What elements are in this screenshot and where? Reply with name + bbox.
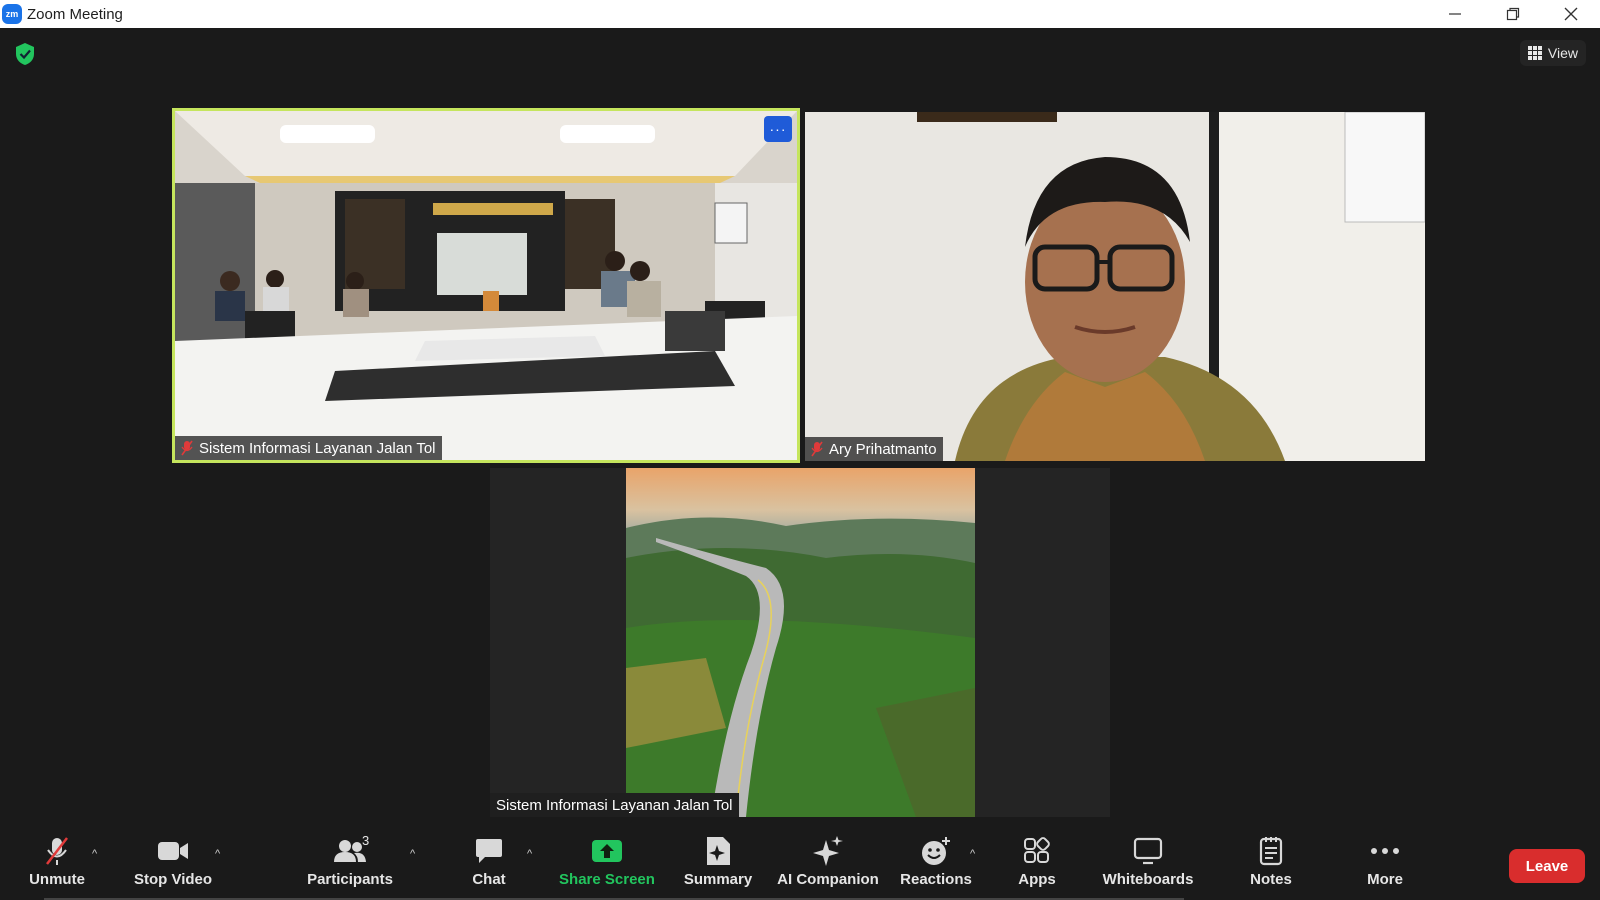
video-tile-profile-picture[interactable]: Sistem Informasi Layanan Jalan Tol [490,468,1110,817]
tile-more-options-button[interactable]: ··· [764,116,792,142]
security-shield-button[interactable] [14,42,36,71]
chat-bubble-icon [476,838,502,863]
mic-muted-icon [811,441,823,457]
summary-label: Summary [683,870,753,888]
participant-name-label: Sistem Informasi Layanan Jalan Tol [490,793,739,817]
whiteboards-label: Whiteboards [1102,870,1194,888]
reactions-options-chevron-icon[interactable]: ^ [970,848,975,860]
stop-video-button[interactable]: Stop Video [132,820,214,900]
mic-muted-icon [181,440,193,456]
window-title: Zoom Meeting [27,5,123,23]
chat-button[interactable]: Chat [463,820,515,900]
emoji-reaction-icon [922,836,950,865]
mic-muted-icon [46,836,68,865]
notes-button[interactable]: Notes [1246,820,1296,900]
video-options-chevron-icon[interactable]: ^ [215,848,220,860]
video-tile-ary-prihatmanto[interactable]: Ary Prihatmanto [805,112,1425,461]
participants-label: Participants [307,870,393,888]
whiteboard-icon [1133,837,1163,864]
grid-icon [1527,46,1542,60]
meeting-toolbar: Unmute ^ Stop Video ^ 3 Participants ^ C… [0,820,1600,900]
close-button[interactable] [1542,0,1600,28]
restore-button[interactable] [1484,0,1542,28]
share-screen-label: Share Screen [559,870,655,888]
video-tile-conference-room[interactable]: ··· Sistem Informasi Layanan Jalan Tol [172,108,800,463]
more-button[interactable]: More [1360,820,1410,900]
window-titlebar: zm Zoom Meeting [0,0,1600,28]
notes-icon [1259,836,1283,865]
share-screen-button[interactable]: Share Screen [558,820,656,900]
restore-icon [1506,7,1520,21]
ai-companion-label: AI Companion [777,870,879,888]
conference-room-video [175,111,797,460]
notes-label: Notes [1250,870,1292,888]
participants-options-chevron-icon[interactable]: ^ [410,848,415,860]
stop-video-label: Stop Video [133,870,213,888]
participant-name-label: Sistem Informasi Layanan Jalan Tol [175,436,442,460]
video-camera-icon [158,841,188,860]
close-icon [1564,7,1578,21]
window-controls [1426,0,1600,28]
more-dots-icon [1371,847,1399,854]
reactions-button[interactable]: Reactions [900,820,972,900]
audio-options-chevron-icon[interactable]: ^ [92,848,97,860]
participant-name-label: Ary Prihatmanto [805,437,943,461]
participant-name: Ary Prihatmanto [829,440,937,458]
apps-button[interactable]: Apps [1012,820,1062,900]
apps-label: Apps [1018,870,1056,888]
chat-options-chevron-icon[interactable]: ^ [527,848,532,860]
view-label: View [1547,45,1578,61]
participant-video [805,112,1425,461]
reactions-label: Reactions [900,870,972,888]
view-button[interactable]: View [1519,40,1586,66]
participants-count: 3 [362,832,370,848]
ai-companion-button[interactable]: AI Companion [776,820,880,900]
minimize-button[interactable] [1426,0,1484,28]
zoom-logo-icon: zm [2,4,22,24]
leave-button[interactable]: Leave [1509,849,1585,883]
unmute-button[interactable]: Unmute [26,820,88,900]
ai-sparkle-icon [813,835,843,866]
minimize-icon [1449,13,1461,15]
summary-button[interactable]: Summary [682,820,754,900]
unmute-label: Unmute [29,870,85,888]
chat-label: Chat [472,870,506,888]
participants-button[interactable]: 3 Participants [302,820,398,900]
summary-document-icon [707,836,730,865]
more-label: More [1367,870,1403,888]
apps-icon [1024,836,1050,863]
shield-check-icon [16,43,34,65]
participant-name: Sistem Informasi Layanan Jalan Tol [199,439,436,457]
whiteboards-button[interactable]: Whiteboards [1100,820,1196,900]
participant-name: Sistem Informasi Layanan Jalan Tol [496,796,733,814]
share-screen-icon [592,839,622,862]
toll-road-profile-image [626,468,975,817]
